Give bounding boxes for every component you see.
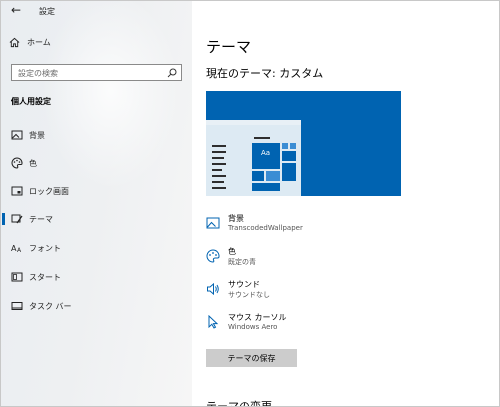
settings-window: ホーム 設定の検索 個人用設定 背景 色 ロック画面 テーマ A A フォント … <box>0 0 500 407</box>
preview-tile <box>282 151 296 161</box>
preview-tile <box>266 171 280 181</box>
sidebar-item-fonts[interactable]: AA フォント <box>1 235 192 261</box>
background-option[interactable]: 背景 TranscodedWallpaper <box>206 213 406 241</box>
home-label: ホーム <box>27 38 51 47</box>
preview-line <box>212 169 222 171</box>
sound-option[interactable]: サウンド サウンドなし <box>206 279 406 307</box>
search-input[interactable]: 設定の検索 <box>11 64 182 81</box>
option-label: 色 <box>228 247 236 256</box>
preview-line <box>212 175 226 177</box>
sidebar-item-label: フォント <box>29 243 61 253</box>
sidebar-item-label: 色 <box>29 158 37 168</box>
taskbar-icon <box>10 300 23 313</box>
main-content: テーマ 現在のテーマ: カスタム Aa 背景 TranscodedWallpap… <box>192 1 499 406</box>
search-placeholder: 設定の検索 <box>18 69 58 78</box>
preview-line <box>254 137 270 139</box>
sidebar-item-label: ロック画面 <box>29 186 69 196</box>
mouse-cursor-option[interactable]: マウス カーソル Windows Aero <box>206 312 406 340</box>
change-theme-heading: テーマの変更 <box>206 400 272 407</box>
page-title: テーマ <box>206 38 252 56</box>
preview-line <box>212 187 226 189</box>
option-value: 既定の青 <box>228 258 256 266</box>
home-link[interactable]: ホーム <box>9 37 51 48</box>
option-value: サウンドなし <box>228 291 270 299</box>
palette-icon <box>206 248 220 263</box>
option-label: サウンド <box>228 280 260 289</box>
preview-window-titlebar <box>206 120 301 125</box>
option-label: マウス カーソル <box>228 313 287 322</box>
speaker-icon <box>206 281 220 296</box>
sidebar-item-label: 背景 <box>29 130 45 140</box>
lock-screen-icon <box>10 185 23 198</box>
palette-icon <box>10 157 23 170</box>
sidebar-item-start[interactable]: スタート <box>1 264 192 290</box>
preview-tile <box>252 171 264 181</box>
cursor-icon <box>206 314 220 329</box>
preview-line <box>212 151 226 153</box>
search-icon[interactable] <box>167 68 177 78</box>
theme-preview: Aa <box>206 91 401 196</box>
preview-line <box>212 163 226 165</box>
option-value: TranscodedWallpaper <box>228 224 303 232</box>
active-indicator <box>2 213 5 225</box>
preview-tile <box>252 183 280 191</box>
preview-sample-text: Aa <box>261 149 271 157</box>
sidebar-item-themes[interactable]: テーマ <box>1 206 192 232</box>
option-label: 背景 <box>228 214 244 223</box>
sidebar-item-background[interactable]: 背景 <box>1 122 192 148</box>
sidebar-item-label: タスク バー <box>29 301 72 311</box>
svg-text:A: A <box>17 247 22 254</box>
preview-tile <box>282 163 296 181</box>
option-value: Windows Aero <box>228 323 278 331</box>
preview-line <box>212 181 224 183</box>
preview-tile <box>282 143 288 149</box>
sidebar-item-label: スタート <box>29 272 61 282</box>
sidebar: ホーム 設定の検索 個人用設定 背景 色 ロック画面 テーマ A A フォント … <box>1 1 192 406</box>
current-theme-heading: 現在のテーマ: カスタム <box>206 67 324 80</box>
home-icon <box>9 37 20 48</box>
sidebar-item-taskbar[interactable]: タスク バー <box>1 293 192 319</box>
color-option[interactable]: 色 既定の青 <box>206 246 406 274</box>
start-icon <box>10 271 23 284</box>
image-icon <box>206 215 220 229</box>
image-icon <box>10 129 23 142</box>
theme-brush-icon <box>10 213 23 226</box>
sidebar-item-lock-screen[interactable]: ロック画面 <box>1 178 192 204</box>
preview-line <box>212 157 224 159</box>
preview-line <box>212 145 226 147</box>
font-icon: AA <box>10 242 23 255</box>
window-title: 設定 <box>39 7 55 16</box>
back-arrow-icon[interactable]: ← <box>11 3 21 17</box>
save-theme-button[interactable]: テーマの保存 <box>206 349 297 367</box>
preview-tile <box>290 143 296 149</box>
sidebar-item-label: テーマ <box>29 214 53 224</box>
section-title: 個人用設定 <box>11 97 51 106</box>
sidebar-item-colors[interactable]: 色 <box>1 150 192 176</box>
